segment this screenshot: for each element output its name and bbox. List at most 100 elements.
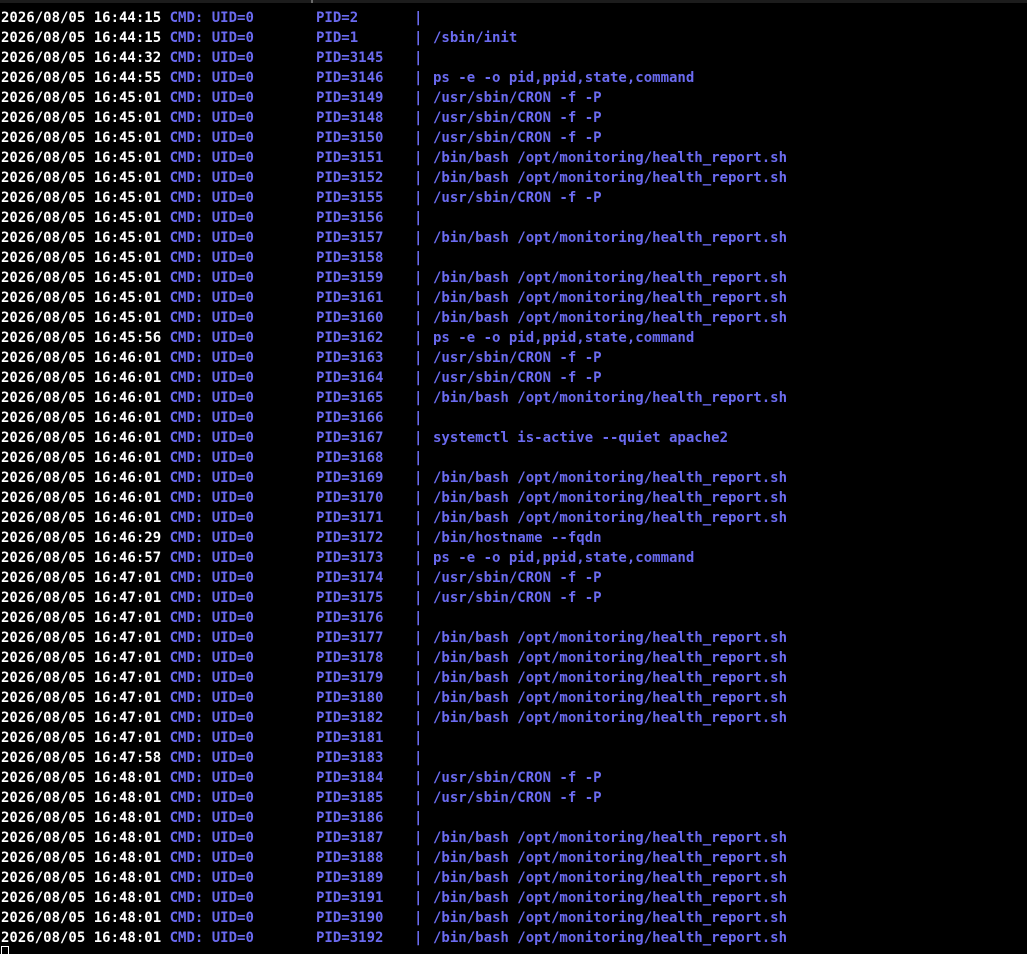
log-line: 2026/08/05 16:47:01 CMD: UID=0 PID=3179 | /…: [1, 668, 787, 688]
log-uid: UID=0: [211, 50, 254, 66]
log-pid: PID=3164: [316, 370, 384, 386]
log-line: 2026/08/05 16:44:32 CMD: UID=0 PID=3145 |: [1, 48, 422, 68]
log-pid: PID=2: [316, 10, 359, 26]
log-timestamp: 2026/08/05 16:45:01: [1, 190, 162, 206]
log-separator: |: [414, 170, 423, 186]
log-uid: UID=0: [211, 170, 254, 186]
log-cmd-label: CMD:: [169, 930, 204, 946]
log-pid: PID=3148: [316, 110, 384, 126]
log-separator: |: [414, 270, 423, 286]
log-command: /bin/bash /opt/monitoring/health_report.…: [433, 390, 788, 406]
log-timestamp: 2026/08/05 16:44:55: [1, 70, 162, 86]
log-separator: |: [414, 790, 423, 806]
log-line: 2026/08/05 16:48:01 CMD: UID=0 PID=3186 |: [1, 808, 422, 828]
log-timestamp: 2026/08/05 16:46:01: [1, 370, 162, 386]
log-line: 2026/08/05 16:46:01 CMD: UID=0 PID=3168 |: [1, 448, 422, 468]
log-cmd-label: CMD:: [169, 10, 204, 26]
log-pid: PID=3163: [316, 350, 384, 366]
log-separator: |: [414, 530, 423, 546]
log-cmd-label: CMD:: [169, 790, 204, 806]
log-uid: UID=0: [211, 710, 254, 726]
log-uid: UID=0: [211, 150, 254, 166]
log-line: 2026/08/05 16:47:01 CMD: UID=0 PID=3176 |: [1, 608, 422, 628]
log-cmd-label: CMD:: [169, 650, 204, 666]
log-uid: UID=0: [211, 750, 254, 766]
log-pid: PID=3191: [316, 890, 384, 906]
log-line: 2026/08/05 16:46:01 CMD: UID=0 PID=3166 |: [1, 408, 422, 428]
log-command: /bin/bash /opt/monitoring/health_report.…: [433, 310, 788, 326]
log-line: 2026/08/05 16:48:01 CMD: UID=0 PID=3188 | /…: [1, 848, 787, 868]
log-uid: UID=0: [211, 550, 254, 566]
log-uid: UID=0: [211, 590, 254, 606]
log-timestamp: 2026/08/05 16:45:01: [1, 210, 162, 226]
log-uid: UID=0: [211, 270, 254, 286]
log-line: 2026/08/05 16:47:58 CMD: UID=0 PID=3183 |: [1, 748, 422, 768]
log-line: 2026/08/05 16:45:01 CMD: UID=0 PID=3157 | /…: [1, 228, 787, 248]
log-cmd-label: CMD:: [169, 750, 204, 766]
log-line: 2026/08/05 16:45:01 CMD: UID=0 PID=3151 | /…: [1, 148, 787, 168]
log-pid: PID=3179: [316, 670, 384, 686]
log-line: 2026/08/05 16:47:01 CMD: UID=0 PID=3178 | /…: [1, 648, 787, 668]
log-cmd-label: CMD:: [169, 70, 204, 86]
log-timestamp: 2026/08/05 16:45:01: [1, 130, 162, 146]
log-line: 2026/08/05 16:46:01 CMD: UID=0 PID=3164 | /…: [1, 368, 602, 388]
log-cmd-label: CMD:: [169, 310, 204, 326]
log-line: 2026/08/05 16:47:01 CMD: UID=0 PID=3174 | /…: [1, 568, 602, 588]
log-command: /bin/bash /opt/monitoring/health_report.…: [433, 150, 788, 166]
log-line: 2026/08/05 16:46:57 CMD: UID=0 PID=3173 | p…: [1, 548, 694, 568]
log-cmd-label: CMD:: [169, 130, 204, 146]
log-uid: UID=0: [211, 350, 254, 366]
log-separator: |: [414, 930, 423, 946]
log-cmd-label: CMD:: [169, 770, 204, 786]
log-timestamp: 2026/08/05 16:46:57: [1, 550, 162, 566]
log-line: 2026/08/05 16:48:01 CMD: UID=0 PID=3187 | /…: [1, 828, 787, 848]
process-log-output: 2026/08/05 16:44:15 CMD: UID=0 PID=2 | 2026…: [1, 8, 787, 948]
log-command: /bin/bash /opt/monitoring/health_report.…: [433, 690, 788, 706]
log-uid: UID=0: [211, 870, 254, 886]
log-command: systemctl is-active --quiet apache2: [433, 430, 729, 446]
log-uid: UID=0: [211, 10, 254, 26]
log-pid: PID=3175: [316, 590, 384, 606]
log-cmd-label: CMD:: [169, 670, 204, 686]
log-command: /bin/bash /opt/monitoring/health_report.…: [433, 290, 788, 306]
log-cmd-label: CMD:: [169, 230, 204, 246]
log-timestamp: 2026/08/05 16:45:01: [1, 90, 162, 106]
log-uid: UID=0: [211, 310, 254, 326]
log-pid: PID=3146: [316, 70, 384, 86]
log-line: 2026/08/05 16:45:01 CMD: UID=0 PID=3150 | /…: [1, 128, 602, 148]
log-cmd-label: CMD:: [169, 290, 204, 306]
log-timestamp: 2026/08/05 16:45:01: [1, 310, 162, 326]
log-timestamp: 2026/08/05 16:47:01: [1, 690, 162, 706]
log-separator: |: [414, 390, 423, 406]
log-command: ps -e -o pid,ppid,state,command: [433, 70, 695, 86]
log-timestamp: 2026/08/05 16:45:01: [1, 150, 162, 166]
log-uid: UID=0: [211, 730, 254, 746]
log-timestamp: 2026/08/05 16:48:01: [1, 810, 162, 826]
terminal-window[interactable]: 2026/08/05 16:44:15 CMD: UID=0 PID=2 | 2026…: [0, 0, 1027, 954]
log-command: /usr/sbin/CRON -f -P: [433, 90, 602, 106]
log-pid: PID=3160: [316, 310, 384, 326]
log-separator: |: [414, 850, 423, 866]
log-command: /bin/bash /opt/monitoring/health_report.…: [433, 510, 788, 526]
log-separator: |: [414, 10, 423, 26]
log-separator: |: [414, 50, 423, 66]
log-line: 2026/08/05 16:48:01 CMD: UID=0 PID=3192 | /…: [1, 928, 787, 948]
log-command: /bin/bash /opt/monitoring/health_report.…: [433, 650, 788, 666]
log-timestamp: 2026/08/05 16:47:01: [1, 730, 162, 746]
log-uid: UID=0: [211, 450, 254, 466]
log-separator: |: [414, 350, 423, 366]
log-pid: PID=3183: [316, 750, 384, 766]
log-pid: PID=3177: [316, 630, 384, 646]
log-separator: |: [414, 770, 423, 786]
log-timestamp: 2026/08/05 16:45:01: [1, 290, 162, 306]
log-command: /bin/bash /opt/monitoring/health_report.…: [433, 170, 788, 186]
log-cmd-label: CMD:: [169, 590, 204, 606]
log-command: /bin/bash /opt/monitoring/health_report.…: [433, 930, 788, 946]
log-cmd-label: CMD:: [169, 490, 204, 506]
log-timestamp: 2026/08/05 16:47:01: [1, 710, 162, 726]
log-command: /usr/sbin/CRON -f -P: [433, 790, 602, 806]
log-uid: UID=0: [211, 810, 254, 826]
log-pid: PID=3151: [316, 150, 384, 166]
log-timestamp: 2026/08/05 16:48:01: [1, 770, 162, 786]
log-uid: UID=0: [211, 30, 254, 46]
